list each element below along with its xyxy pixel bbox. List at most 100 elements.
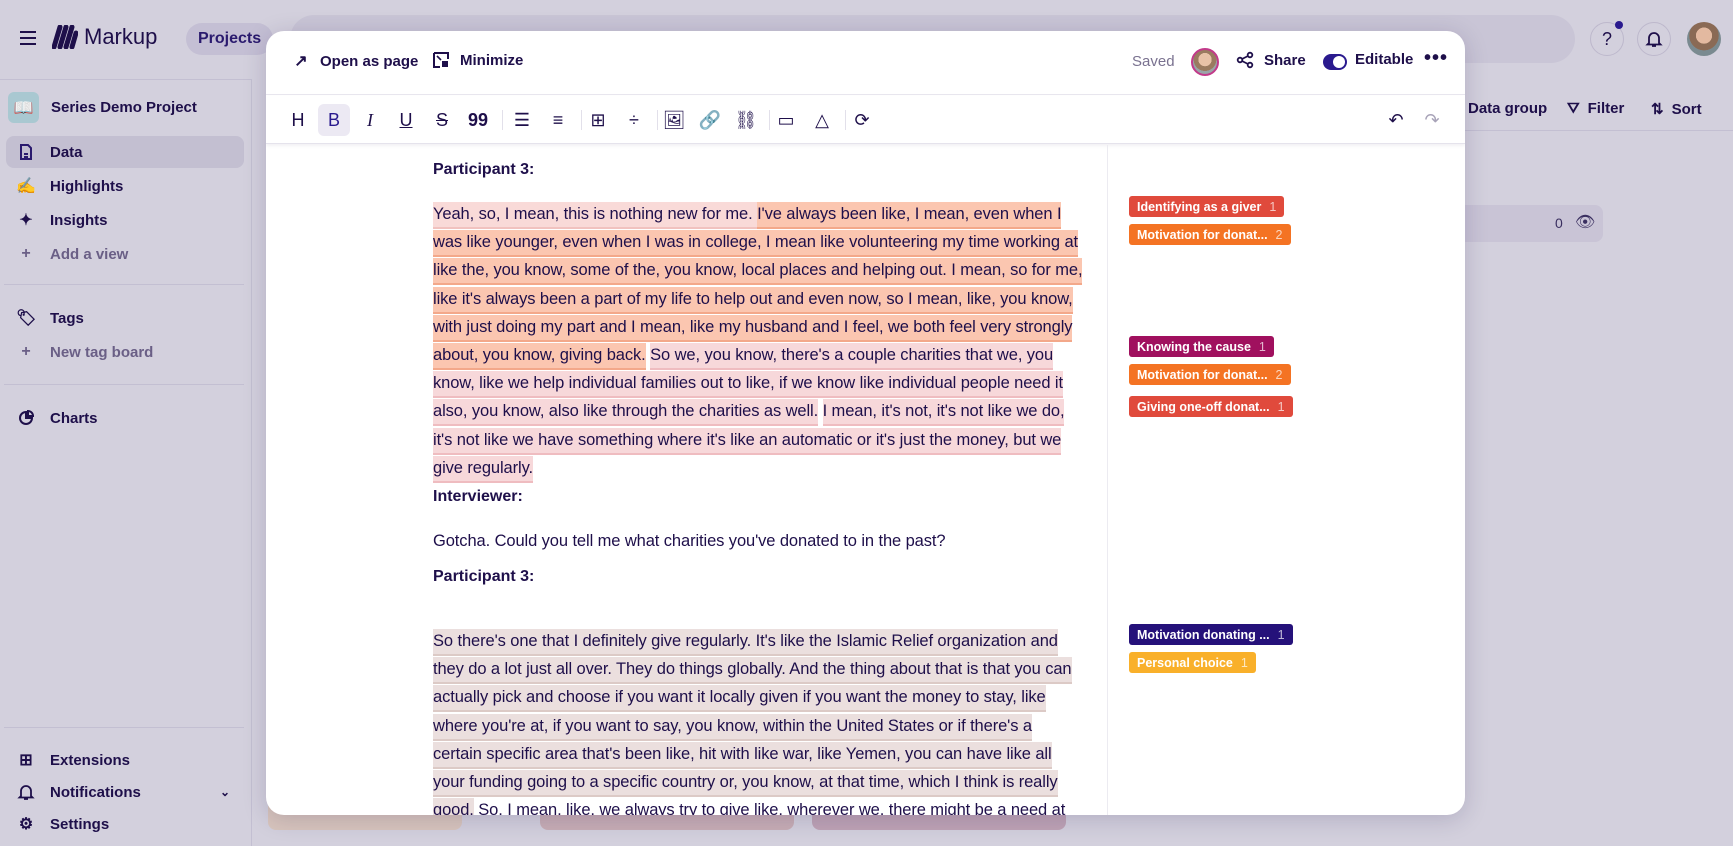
transcript-paragraph[interactable]: So there's one that I definitely give re… — [433, 627, 1083, 815]
numbered-list-button[interactable]: ≡ — [542, 104, 574, 136]
transcript-paragraph[interactable]: Gotcha. Could you tell me what charities… — [433, 527, 1083, 555]
tag-label: Giving one-off donat... — [1137, 399, 1270, 414]
tag-label: Personal choice — [1137, 655, 1233, 670]
unlink-button[interactable]: ⛓ — [730, 104, 762, 136]
plus-icon: + — [21, 343, 31, 360]
eye-icon[interactable]: 👁 — [1575, 212, 1595, 232]
logo[interactable]: Markup — [52, 24, 157, 50]
quote-button[interactable]: 99 — [462, 104, 494, 136]
undo-icon: ↶ — [1388, 109, 1404, 130]
sidebar-item-notifications[interactable]: Notifications ⌄ — [6, 776, 244, 808]
underline-button[interactable]: U — [390, 104, 422, 136]
tag-chip[interactable]: Identifying as a giver 1 — [1129, 196, 1285, 217]
saved-status: Saved — [1132, 53, 1175, 70]
share-button[interactable]: Share — [1236, 51, 1306, 69]
collaborator-avatar[interactable] — [1191, 48, 1219, 76]
sidebar-item-charts[interactable]: Charts — [6, 402, 244, 434]
new-tag-board-button[interactable]: + New tag board — [6, 336, 244, 368]
sidebar-item-label: Notifications — [50, 783, 141, 801]
underline-icon: U — [399, 109, 413, 130]
tag-chip[interactable]: Motivation donating ... 1 — [1129, 624, 1293, 645]
table-icon: ⊞ — [590, 109, 606, 130]
tag-label: Motivation for donat... — [1137, 367, 1268, 382]
sidebar-item-tags[interactable]: 🏷 Tags — [6, 302, 244, 334]
italic-icon: I — [367, 109, 373, 130]
tags-column: Identifying as a giver 1 Motivation for d… — [1107, 145, 1465, 815]
plus-icon: + — [21, 245, 31, 262]
bell-icon — [1645, 32, 1663, 47]
highlight[interactable]: So there's one that I definitely give re… — [433, 629, 1072, 815]
sidebar-item-data[interactable]: Data — [6, 136, 244, 168]
bold-button[interactable]: B — [318, 104, 350, 136]
italic-button[interactable]: I — [354, 104, 386, 136]
sidebar-item-label: New tag board — [50, 343, 154, 361]
text-gap — [818, 402, 822, 420]
tag-count: 2 — [1275, 367, 1283, 382]
minimize-icon — [433, 52, 449, 68]
document-icon — [20, 144, 32, 160]
sidebar-item-label: Insights — [50, 211, 108, 229]
logo-text: Markup — [84, 24, 158, 49]
sort-button[interactable]: ⇅ Sort — [1651, 100, 1702, 119]
tag-chip[interactable]: Personal choice 1 — [1129, 652, 1256, 673]
data-group-button[interactable]: Data group — [1468, 100, 1547, 117]
notification-dot — [1615, 21, 1623, 29]
sort-label: Sort — [1671, 100, 1702, 118]
help-icon: ? — [1601, 28, 1612, 49]
more-options-icon[interactable]: ••• — [1424, 47, 1448, 70]
editable-toggle[interactable] — [1323, 54, 1347, 70]
sidebar-item-extensions[interactable]: ⊞ Extensions — [6, 744, 244, 776]
bell-icon — [17, 785, 35, 800]
minimize-label: Minimize — [460, 51, 524, 69]
project-book-icon: 📖 — [8, 92, 39, 123]
sidebar: 📖 Series Demo Project Data ✍ Highlights … — [0, 79, 252, 846]
tag-chip[interactable]: Motivation for donat... 2 — [1129, 364, 1291, 385]
sidebar-item-label: Add a view — [50, 245, 129, 263]
tag-count: 2 — [1275, 227, 1283, 242]
sidebar-item-insights[interactable]: ✦ Insights — [6, 204, 244, 236]
transcript-editor[interactable]: Participant 3: Yeah, so, I mean, this is… — [266, 145, 1107, 815]
video-button[interactable]: ▭ — [770, 104, 802, 136]
table-button[interactable]: ⊞ — [582, 104, 614, 136]
tag-chip[interactable]: Motivation for donat... 2 — [1129, 224, 1291, 245]
divider — [4, 384, 244, 385]
redo-button[interactable]: ↷ — [1416, 104, 1448, 136]
divider — [4, 727, 244, 728]
search-replace-icon: ⟳ — [854, 109, 870, 130]
highlight[interactable]: Yeah, so, I mean, this is nothing new fo… — [433, 202, 758, 229]
sidebar-item-settings[interactable]: ⚙ Settings — [6, 808, 244, 840]
notifications-button[interactable] — [1637, 22, 1671, 56]
bullet-list-icon: ☰ — [513, 109, 531, 130]
transcript-paragraph[interactable]: Yeah, so, I mean, this is nothing new fo… — [433, 200, 1083, 483]
image-button[interactable]: 🖼 — [658, 104, 690, 136]
add-view-button[interactable]: + Add a view — [6, 238, 244, 270]
tag-count: 1 — [1258, 339, 1266, 354]
menu-icon[interactable] — [18, 28, 38, 48]
heading-button[interactable]: H — [282, 104, 314, 136]
tag-label: Motivation donating ... — [1137, 627, 1270, 642]
link-button[interactable]: 🔗 — [694, 104, 726, 136]
tag-chip[interactable]: Knowing the cause 1 — [1129, 336, 1274, 357]
bullet-list-button[interactable]: ☰ — [506, 104, 538, 136]
chevron-down-icon[interactable]: ⌄ — [220, 785, 230, 799]
minimize-button[interactable]: Minimize — [432, 51, 523, 69]
google-drive-button[interactable]: △ — [806, 104, 838, 136]
numbered-list-icon: ≡ — [552, 109, 564, 130]
editable-label: Editable — [1355, 51, 1414, 68]
search-replace-button[interactable]: ⟳ — [846, 104, 878, 136]
sidebar-item-label: Highlights — [50, 177, 124, 195]
redo-icon: ↷ — [1424, 109, 1440, 130]
user-avatar[interactable] — [1687, 22, 1721, 56]
tag-chip[interactable]: Giving one-off donat... 1 — [1129, 396, 1293, 417]
tag-count: 1 — [1277, 627, 1285, 642]
open-as-page-button[interactable]: ↗ Open as page — [292, 51, 418, 71]
editable-label-wrap: Editable — [1355, 51, 1413, 68]
divider-button[interactable]: ÷ — [618, 104, 650, 136]
undo-button[interactable]: ↶ — [1380, 104, 1412, 136]
filter-button[interactable]: ⛛ Filter — [1567, 100, 1624, 117]
sidebar-item-highlights[interactable]: ✍ Highlights — [6, 170, 244, 202]
project-header[interactable]: 📖 Series Demo Project — [8, 92, 197, 123]
projects-button[interactable]: Projects — [186, 23, 274, 55]
help-button[interactable]: ? — [1590, 21, 1624, 56]
strikethrough-button[interactable]: S — [426, 104, 458, 136]
